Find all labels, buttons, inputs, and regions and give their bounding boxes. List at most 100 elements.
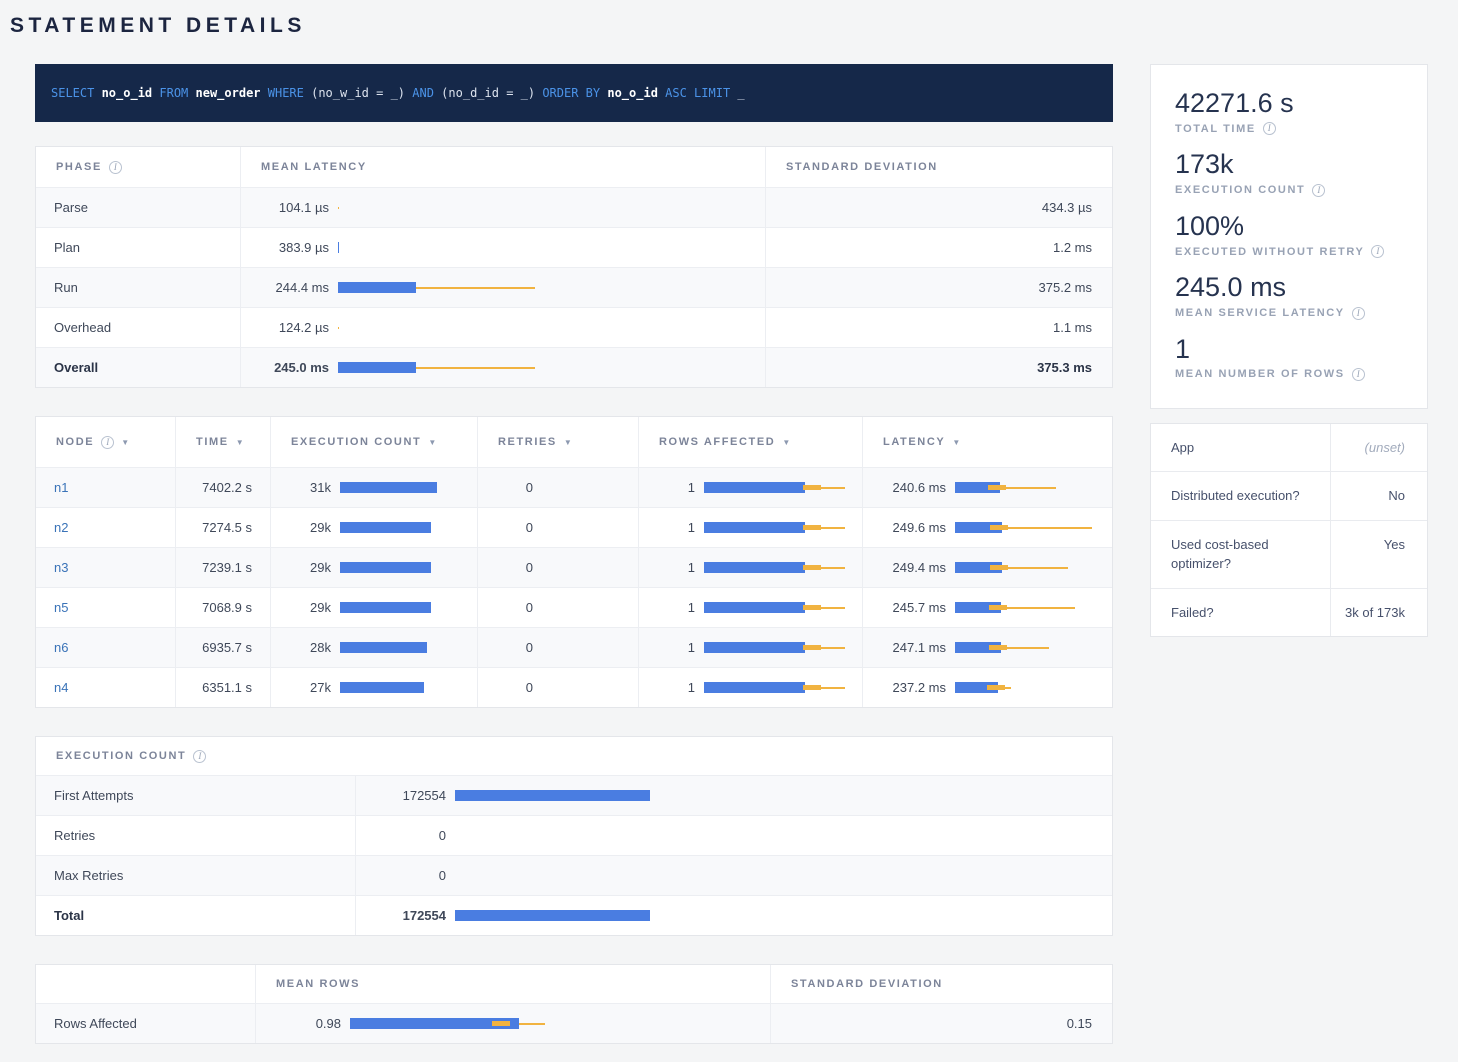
- latency-value: 240.6 ms: [863, 480, 946, 495]
- execution-count-table-body: First Attempts 172554 Retries 0 Max Retr…: [36, 775, 1112, 935]
- mean-latency-bar: [338, 322, 535, 333]
- sort-caret-icon[interactable]: ▼: [236, 438, 244, 447]
- sort-caret-icon[interactable]: ▼: [564, 438, 572, 447]
- execution-count-value: 29k: [271, 520, 331, 535]
- node-col-header[interactable]: NODE i ▼: [36, 417, 176, 467]
- sort-caret-icon[interactable]: ▼: [952, 438, 960, 447]
- sort-caret-icon[interactable]: ▼: [782, 438, 790, 447]
- execution-count-row-bar: [455, 790, 650, 801]
- time-value: 6351.1 s: [176, 668, 271, 707]
- node-link[interactable]: n5: [54, 600, 68, 615]
- rows-affected-empty-header: [36, 965, 256, 1003]
- phase-table: PHASE i MEAN LATENCY STANDARD DEVIATION …: [35, 146, 1113, 388]
- retries-value: 0: [478, 680, 533, 695]
- sql-keyword: ORDER BY: [542, 86, 607, 100]
- sql-keyword: FROM: [159, 86, 195, 100]
- rows-affected-value: 1: [639, 680, 695, 695]
- execution-count-row-bar: [455, 910, 650, 921]
- execution-count-col-label: EXECUTION COUNT: [291, 436, 421, 448]
- mean-rows-value: 0.98: [256, 1016, 341, 1031]
- node-link[interactable]: n1: [54, 480, 68, 495]
- phase-name: Parse: [36, 188, 241, 227]
- node-link[interactable]: n2: [54, 520, 68, 535]
- rows-affected-bar: [704, 642, 854, 653]
- time-col-header[interactable]: TIME ▼: [176, 417, 271, 467]
- stat-label: MEAN SERVICE LATENCY: [1175, 307, 1345, 319]
- latency-bar: [955, 682, 1095, 693]
- node-link[interactable]: n6: [54, 640, 68, 655]
- info-icon[interactable]: i: [1263, 122, 1276, 135]
- phase-col-label: PHASE: [56, 161, 102, 173]
- info-icon[interactable]: i: [101, 436, 114, 449]
- rows-affected-bar: [704, 562, 854, 573]
- phase-row: Overhead 124.2 µs 1.1 ms: [36, 307, 1112, 347]
- mean-latency-bar: [338, 282, 535, 293]
- stddev-value: 375.2 ms: [766, 268, 1112, 307]
- detail-value: (unset): [1331, 424, 1427, 472]
- stddev-col-label: STANDARD DEVIATION: [791, 978, 943, 990]
- sql-identifier: no_o_id: [102, 86, 160, 100]
- mean-latency-value: 244.4 ms: [241, 280, 329, 295]
- info-icon[interactable]: i: [109, 161, 122, 174]
- stddev-col-header[interactable]: STANDARD DEVIATION: [766, 147, 1112, 187]
- info-icon[interactable]: i: [1371, 245, 1384, 258]
- execution-count-bar: [340, 482, 437, 493]
- stat-value: 173k: [1175, 148, 1403, 180]
- info-icon[interactable]: i: [193, 750, 206, 763]
- mean-latency-value: 245.0 ms: [241, 360, 329, 375]
- phase-col-header[interactable]: PHASE i: [36, 147, 241, 187]
- time-value: 7239.1 s: [176, 548, 271, 587]
- mean-latency-bar: [338, 362, 535, 373]
- execution-count-bar: [340, 682, 437, 693]
- execution-count-row: Retries 0: [36, 815, 1112, 855]
- stat-value: 1: [1175, 333, 1403, 365]
- execution-count-table: EXECUTION COUNT i First Attempts 172554 …: [35, 736, 1113, 936]
- sort-caret-icon[interactable]: ▼: [428, 438, 436, 447]
- execution-count-bar: [340, 602, 437, 613]
- latency-value: 237.2 ms: [863, 680, 946, 695]
- rows-affected-value: 1: [639, 600, 695, 615]
- latency-bar: [955, 642, 1095, 653]
- execution-count-row-total: Total 172554: [36, 895, 1112, 935]
- stat-label: MEAN NUMBER OF ROWS: [1175, 368, 1345, 380]
- stat-label: TOTAL TIME: [1175, 123, 1256, 135]
- stat-value: 245.0 ms: [1175, 271, 1403, 303]
- sql-keyword: ASC LIMIT: [665, 86, 737, 100]
- rows-affected-bar: [704, 682, 854, 693]
- sort-caret-icon[interactable]: ▼: [121, 438, 129, 447]
- statement-details-card: App (unset) Distributed execution? No Us…: [1150, 423, 1428, 638]
- page-layout: SELECT no_o_id FROM new_order WHERE (no_…: [35, 64, 1428, 1044]
- mean-latency-col-header[interactable]: MEAN LATENCY: [241, 147, 766, 187]
- execution-count-row-value: 0: [356, 868, 446, 883]
- latency-value: 247.1 ms: [863, 640, 946, 655]
- info-icon[interactable]: i: [1352, 368, 1365, 381]
- execution-count-row: Max Retries 0: [36, 855, 1112, 895]
- mean-latency-bar: [338, 202, 535, 213]
- stat-total-time: 42271.6 s TOTAL TIMEi: [1175, 87, 1403, 135]
- latency-value: 249.6 ms: [863, 520, 946, 535]
- node-table-header: NODE i ▼ TIME ▼ EXECUTION COUNT ▼ RETRIE…: [36, 417, 1112, 467]
- detail-row-failed: Failed? 3k of 173k: [1151, 589, 1427, 637]
- execution-count-col-header[interactable]: EXECUTION COUNT ▼: [271, 417, 478, 467]
- summary-stats-card: 42271.6 s TOTAL TIMEi 173k EXECUTION COU…: [1150, 64, 1428, 409]
- mean-rows-col-header: MEAN ROWS: [256, 965, 771, 1003]
- retries-col-header[interactable]: RETRIES ▼: [478, 417, 639, 467]
- sql-expression: (no_w_id = _): [311, 86, 412, 100]
- detail-value: No: [1331, 472, 1427, 520]
- stat-label: EXECUTED WITHOUT RETRY: [1175, 246, 1364, 258]
- info-icon[interactable]: i: [1312, 184, 1325, 197]
- execution-count-bar: [340, 522, 437, 533]
- rows-affected-col-header[interactable]: ROWS AFFECTED ▼: [639, 417, 863, 467]
- latency-col-header[interactable]: LATENCY ▼: [863, 417, 1112, 467]
- node-link[interactable]: n4: [54, 680, 68, 695]
- node-link[interactable]: n3: [54, 560, 68, 575]
- node-row: n1 7402.2 s 31k 0 1 240.6 ms: [36, 467, 1112, 507]
- info-icon[interactable]: i: [1352, 307, 1365, 320]
- retries-value: 0: [478, 480, 533, 495]
- latency-bar: [955, 602, 1095, 613]
- stat-value: 100%: [1175, 210, 1403, 242]
- latency-bar: [955, 562, 1095, 573]
- phase-table-header: PHASE i MEAN LATENCY STANDARD DEVIATION: [36, 147, 1112, 187]
- detail-row-app: App (unset): [1151, 424, 1427, 473]
- retries-value: 0: [478, 520, 533, 535]
